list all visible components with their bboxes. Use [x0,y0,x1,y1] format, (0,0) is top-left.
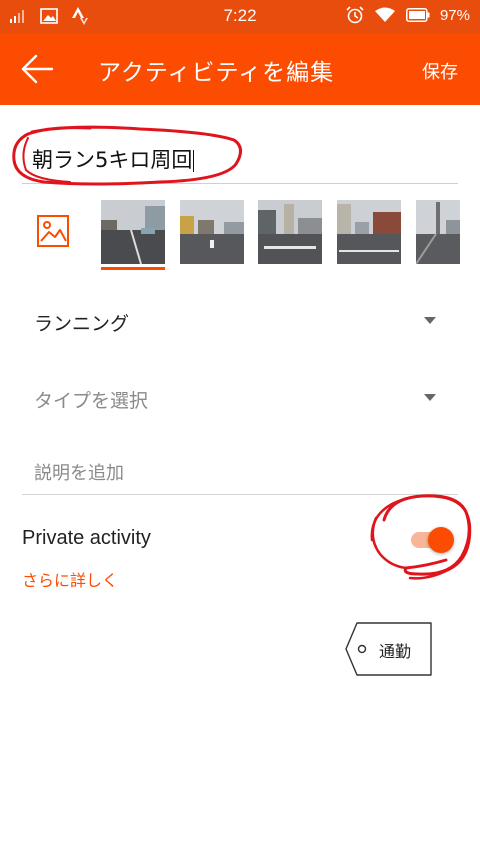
text-caret [193,150,195,172]
photo-thumbnail[interactable] [337,200,401,264]
street-photo-image [180,200,244,264]
private-activity-label: Private activity [22,527,151,549]
commute-tag-button[interactable]: 通勤 [345,622,433,676]
wifi-icon [374,7,395,22]
activity-type-value: ランニング [34,313,130,335]
alarm-icon [346,6,364,24]
save-button[interactable]: 保存 [422,58,458,84]
photo-thumbnail[interactable] [101,200,165,264]
street-photo-image [416,200,460,264]
page-title: アクティビティを編集 [98,60,335,86]
activity-title-value: 朝ラン5キロ周回 [32,148,193,172]
back-button[interactable] [20,53,56,85]
dropdown-arrow-icon [424,317,436,324]
selected-photo-indicator [101,267,165,270]
street-photo-image [101,200,165,264]
description-input[interactable]: 説明を追加 [22,445,458,495]
photo-thumbnail[interactable] [258,200,322,264]
photo-thumbnail[interactable] [416,200,460,264]
app-bar: アクティビティを編集 保存 [0,33,480,105]
status-system: 97% [346,6,470,24]
workout-type-placeholder: タイプを選択 [34,390,149,412]
workout-type-dropdown[interactable]: タイプを選択 [22,372,458,422]
commute-label: 通勤 [379,642,412,661]
activity-type-dropdown[interactable]: ランニング [22,295,458,345]
activity-title-text: 朝ラン5キロ周回 [32,144,195,174]
add-photo-button[interactable] [36,214,70,248]
private-activity-toggle[interactable] [409,524,455,554]
add-photo-icon [37,215,69,247]
back-arrow-icon [21,54,54,84]
battery-icon [406,8,430,22]
battery-percent: 97% [439,6,470,24]
street-photo-image [258,200,322,264]
photo-thumbnail[interactable] [180,200,244,264]
learn-more-link[interactable]: さらに詳しく [22,567,118,591]
description-placeholder: 説明を追加 [34,463,124,484]
activity-title-input[interactable]: 朝ラン5キロ周回 [22,130,458,184]
street-photo-image [337,200,401,264]
dropdown-arrow-icon [424,394,436,401]
status-bar: 7:22 97% [0,0,480,33]
toggle-thumb [428,527,454,553]
